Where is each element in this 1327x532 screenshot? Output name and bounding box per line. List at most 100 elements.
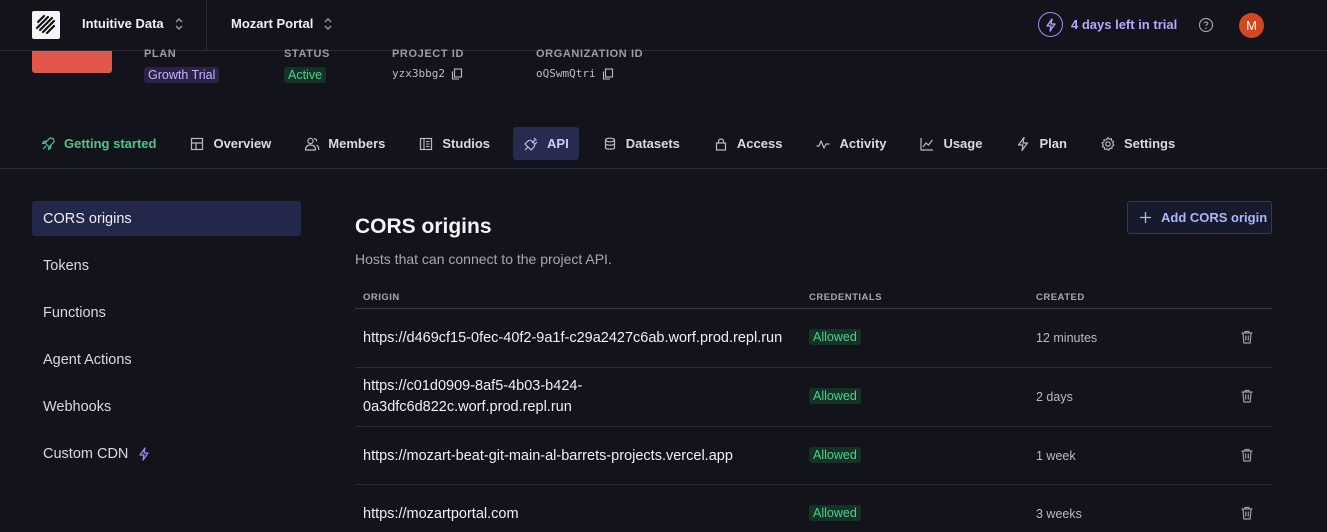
- sidebar-item-label: CORS origins: [43, 210, 132, 227]
- tab-label: Activity: [839, 136, 887, 151]
- status-meta: STATUS Active: [284, 48, 330, 83]
- credentials-badge: Allowed: [809, 329, 861, 345]
- tab-label: Settings: [1123, 136, 1176, 151]
- tab-label: Getting started: [64, 136, 157, 151]
- sidebar-item-agent-actions[interactable]: Agent Actions: [32, 342, 301, 377]
- plan-badge: Growth Trial: [144, 67, 220, 83]
- table-row: https://mozart-beat-git-main-al-barrets-…: [355, 427, 1272, 485]
- project-name: Mozart Portal: [231, 16, 314, 31]
- studio-icon: [420, 137, 433, 150]
- lock-icon: [715, 138, 727, 151]
- tab-studios[interactable]: Studios: [408, 127, 500, 160]
- status-label: STATUS: [284, 48, 330, 60]
- bolt-icon: [1018, 136, 1029, 151]
- origin-url: https://mozartportal.com: [363, 506, 519, 522]
- origin-url: https://c01d0909-8af5-4b03-b424-0a3dfc6d…: [363, 378, 583, 415]
- column-header-origin: ORIGIN: [363, 292, 400, 303]
- tab-settings[interactable]: Settings: [1090, 127, 1185, 160]
- tab-plan[interactable]: Plan: [1005, 127, 1076, 160]
- tab-label: Plan: [1039, 136, 1067, 151]
- trial-text: 4 days left in trial: [1071, 17, 1178, 32]
- table-row: https://d469cf15-0fec-40f2-9a1f-c29a2427…: [355, 309, 1272, 368]
- tab-label: Studios: [442, 136, 491, 151]
- sidebar-item-label: Custom CDN: [43, 445, 129, 462]
- sidebar-item-custom-cdn[interactable]: Custom CDN: [32, 436, 301, 471]
- tabs-divider: [0, 168, 1327, 169]
- add-cors-origin-button[interactable]: Add CORS origin: [1127, 201, 1272, 234]
- org-id-value: oQSwmQtri: [536, 67, 596, 80]
- column-header-created: CREATED: [1036, 292, 1085, 303]
- sidebar-item-label: Agent Actions: [43, 351, 132, 368]
- tab-access[interactable]: Access: [703, 127, 793, 160]
- tab-members[interactable]: Members: [294, 127, 395, 160]
- logo-mark-icon: [35, 14, 56, 35]
- sanity-logo[interactable]: [32, 11, 60, 39]
- project-id-value: yzx3bbg2: [392, 67, 445, 80]
- project-switcher[interactable]: Mozart Portal: [231, 16, 333, 31]
- avatar[interactable]: M: [1239, 13, 1264, 38]
- rocket-icon: [41, 136, 55, 150]
- org-id-label: ORGANIZATION ID: [536, 48, 644, 60]
- status-badge: Active: [284, 67, 327, 83]
- credentials-badge: Allowed: [809, 447, 861, 463]
- trash-icon[interactable]: [1239, 505, 1255, 521]
- project-id-meta: PROJECT ID yzx3bbg2: [392, 48, 464, 80]
- credentials-badge: Allowed: [809, 505, 861, 521]
- sidebar-item-label: Webhooks: [43, 398, 112, 415]
- tab-overview[interactable]: Overview: [179, 127, 281, 160]
- tab-label: Overview: [213, 136, 272, 151]
- chart-icon: [920, 137, 934, 151]
- credentials-badge: Allowed: [809, 388, 861, 404]
- gear-icon: [1101, 136, 1115, 151]
- sidebar-item-tokens[interactable]: Tokens: [32, 248, 301, 283]
- plan-meta: PLAN Growth Trial: [144, 48, 220, 83]
- tab-api[interactable]: API: [513, 127, 579, 160]
- plan-label: PLAN: [144, 48, 177, 60]
- bolt-icon: [139, 446, 150, 461]
- tab-label: Members: [328, 136, 386, 151]
- sidebar-item-functions[interactable]: Functions: [32, 295, 301, 330]
- tab-label: Datasets: [625, 136, 680, 151]
- created-time: 2 days: [1036, 390, 1073, 404]
- org-switcher[interactable]: Intuitive Data: [82, 16, 184, 31]
- cors-origins-table: ORIGIN CREDENTIALS CREATED https://d469c…: [355, 285, 1272, 532]
- sidebar-item-label: Functions: [43, 304, 106, 321]
- table-row: https://c01d0909-8af5-4b03-b424-0a3dfc6d…: [355, 368, 1272, 427]
- tab-label: Usage: [943, 136, 983, 151]
- divider: [206, 0, 207, 51]
- origin-url: https://mozart-beat-git-main-al-barrets-…: [363, 448, 733, 464]
- column-header-credentials: CREDENTIALS: [809, 292, 883, 303]
- project-thumbnail: [32, 51, 112, 73]
- bolt-icon: [1038, 12, 1063, 37]
- api-sidebar: CORS origins Tokens Functions Agent Acti…: [32, 201, 301, 483]
- org-id-meta: ORGANIZATION ID oQSwmQtri: [536, 48, 643, 80]
- tab-datasets[interactable]: Datasets: [592, 127, 690, 160]
- trash-icon[interactable]: [1239, 388, 1255, 404]
- trash-icon[interactable]: [1239, 329, 1255, 345]
- table-row: https://mozartportal.com Allowed 3 weeks: [355, 485, 1272, 532]
- database-icon: [604, 137, 615, 150]
- trial-indicator[interactable]: 4 days left in trial: [1038, 12, 1177, 37]
- created-time: 3 weeks: [1036, 507, 1082, 521]
- created-time: 12 minutes: [1036, 331, 1098, 345]
- chevron-updown-icon: [324, 17, 332, 30]
- copy-icon[interactable]: [451, 67, 463, 80]
- origin-url: https://d469cf15-0fec-40f2-9a1f-c29a2427…: [363, 330, 783, 346]
- trash-icon[interactable]: [1239, 447, 1255, 463]
- plug-icon: [524, 137, 538, 151]
- sidebar-item-cors-origins[interactable]: CORS origins: [32, 201, 301, 236]
- sidebar-item-webhooks[interactable]: Webhooks: [32, 389, 301, 424]
- add-button-label: Add CORS origin: [1161, 210, 1268, 225]
- tab-getting-started[interactable]: Getting started: [32, 127, 166, 160]
- table-header: ORIGIN CREDENTIALS CREATED: [355, 285, 1272, 309]
- sidebar-item-label: Tokens: [43, 257, 89, 274]
- copy-icon[interactable]: [602, 67, 614, 80]
- tab-activity[interactable]: Activity: [805, 127, 896, 160]
- users-icon: [305, 137, 320, 151]
- tab-usage[interactable]: Usage: [909, 127, 992, 160]
- activity-icon: [816, 139, 830, 149]
- help-icon[interactable]: [1198, 17, 1214, 33]
- project-id-label: PROJECT ID: [392, 48, 465, 60]
- page-title: CORS origins: [355, 215, 492, 238]
- tab-label: API: [547, 136, 569, 151]
